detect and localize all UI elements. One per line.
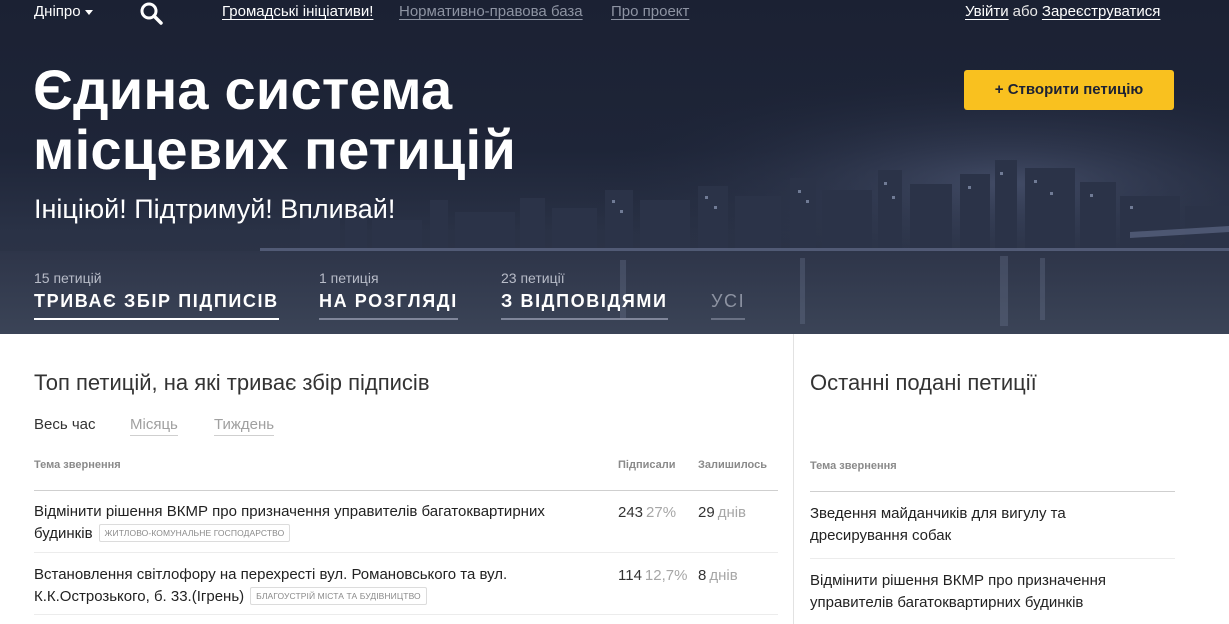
signed-percent: 27% <box>646 504 677 521</box>
signed-percent: 12,7% <box>644 567 688 584</box>
petition-title-line1: Зведення майданчиків для вигулу та <box>810 505 1066 522</box>
petition-title-line2: дресирування собак <box>810 527 952 544</box>
filter-tab-review[interactable]: 1 петиція НА РОЗГЛЯДІ <box>319 270 458 320</box>
signed-count: 114 12,7% <box>618 567 687 584</box>
signed-number: 114 <box>618 567 642 584</box>
filter-label: З ВІДПОВІДЯМИ <box>501 291 668 320</box>
nav-link-about[interactable]: Про проект <box>611 3 689 20</box>
category-tag[interactable]: БЛАГОУСТРІЙ МІСТА ТА БУДІВНИЦТВО <box>250 587 427 605</box>
column-header-topic: Тема звернення <box>34 459 121 471</box>
filter-count: 1 петиція <box>319 270 379 286</box>
or-text: або <box>1012 3 1038 20</box>
remaining-number: 29 <box>698 504 715 521</box>
hero-title: Єдина система місцевих петицій <box>33 60 653 180</box>
search-icon[interactable] <box>139 1 163 25</box>
filter-label: НА РОЗГЛЯДІ <box>319 291 458 320</box>
hero-banner: Дніпро Громадські ініціативи! Нормативно… <box>0 0 1229 334</box>
petition-title-line1: Відмінити рішення ВКМР про призначення у… <box>34 503 545 520</box>
list-item[interactable]: Зведення майданчиків для вигулу та дреси… <box>810 503 1170 547</box>
filter-label: ТРИВАЄ ЗБІР ПІДПИСІВ <box>34 291 279 320</box>
table-row[interactable]: Відмінити рішення ВКМР про призначення у… <box>34 501 604 545</box>
column-header-remaining: Залишилось <box>698 459 767 471</box>
signed-count: 243 27% <box>618 504 676 521</box>
table-header-divider <box>810 491 1175 492</box>
recent-petitions-section: Останні подані петиції Тема звернення Зв… <box>793 334 1229 624</box>
register-link[interactable]: Зареєструватися <box>1042 3 1160 20</box>
petition-title-line1: Встановлення світлофору на перехресті ву… <box>34 566 508 583</box>
table-row[interactable]: Встановлення світлофору на перехресті ву… <box>34 564 604 608</box>
hero-title-line2: місцевих петицій <box>33 118 516 181</box>
petition-title-line2: К.К.Острозького, б. 33.(Ігрень) <box>34 588 245 605</box>
row-divider <box>34 614 778 615</box>
filter-tab-answered[interactable]: 23 петиції З ВІДПОВІДЯМИ <box>501 270 668 320</box>
top-petitions-section: Топ петицій, на які триває збір підписів… <box>0 334 793 624</box>
column-header-signed: Підписали <box>618 459 676 471</box>
hero-title-line1: Єдина система <box>33 58 453 121</box>
list-item[interactable]: Відмінити рішення ВКМР про призначення у… <box>810 570 1170 614</box>
city-selector[interactable]: Дніпро <box>34 3 93 20</box>
remaining-number: 8 <box>698 567 707 584</box>
remaining-unit: днів <box>717 504 747 521</box>
petition-title-line2: управителів багатоквартирних будинків <box>810 594 1084 611</box>
column-header-topic: Тема звернення <box>810 460 897 472</box>
period-month[interactable]: Місяць <box>130 416 178 436</box>
chevron-down-icon <box>84 9 93 15</box>
filter-label: УСІ <box>711 291 746 320</box>
period-all-time[interactable]: Весь час <box>34 416 96 433</box>
petition-title-line1: Відмінити рішення ВКМР про призначення <box>810 572 1106 589</box>
remaining-unit: днів <box>709 567 738 584</box>
login-link[interactable]: Увійти <box>965 3 1009 20</box>
period-week[interactable]: Тиждень <box>214 416 275 436</box>
petition-title-line2: будинків <box>34 525 93 542</box>
signed-number: 243 <box>618 504 644 521</box>
remaining-days: 29 днів <box>698 504 746 521</box>
filter-count: 23 петиції <box>501 270 565 286</box>
filter-tab-all[interactable]: УСІ <box>711 270 746 320</box>
nav-link-initiatives[interactable]: Громадські ініціативи! <box>222 3 373 20</box>
nav-link-regulations[interactable]: Нормативно-правова база <box>399 3 583 20</box>
remaining-days: 8 днів <box>698 567 738 584</box>
category-tag[interactable]: ЖИТЛОВО-КОМУНАЛЬНЕ ГОСПОДАРСТВО <box>98 524 291 542</box>
top-petitions-title: Топ петицій, на які триває збір підписів <box>34 370 430 395</box>
row-divider <box>34 552 778 553</box>
row-divider <box>810 558 1175 559</box>
recent-petitions-title: Останні подані петиції <box>810 370 1037 395</box>
city-name: Дніпро <box>34 3 81 20</box>
table-header-divider <box>34 490 778 491</box>
filter-count: 15 петицій <box>34 270 102 286</box>
filter-tab-collecting[interactable]: 15 петицій ТРИВАЄ ЗБІР ПІДПИСІВ <box>34 270 279 320</box>
hero-subtitle: Ініціюй! Підтримуй! Впливай! <box>34 194 396 224</box>
create-petition-button[interactable]: + Створити петицію <box>964 70 1174 110</box>
top-navigation: Дніпро Громадські ініціативи! Нормативно… <box>0 0 1229 26</box>
filter-count <box>711 270 745 287</box>
auth-links: Увійти або Зареєструватися <box>965 3 1160 20</box>
